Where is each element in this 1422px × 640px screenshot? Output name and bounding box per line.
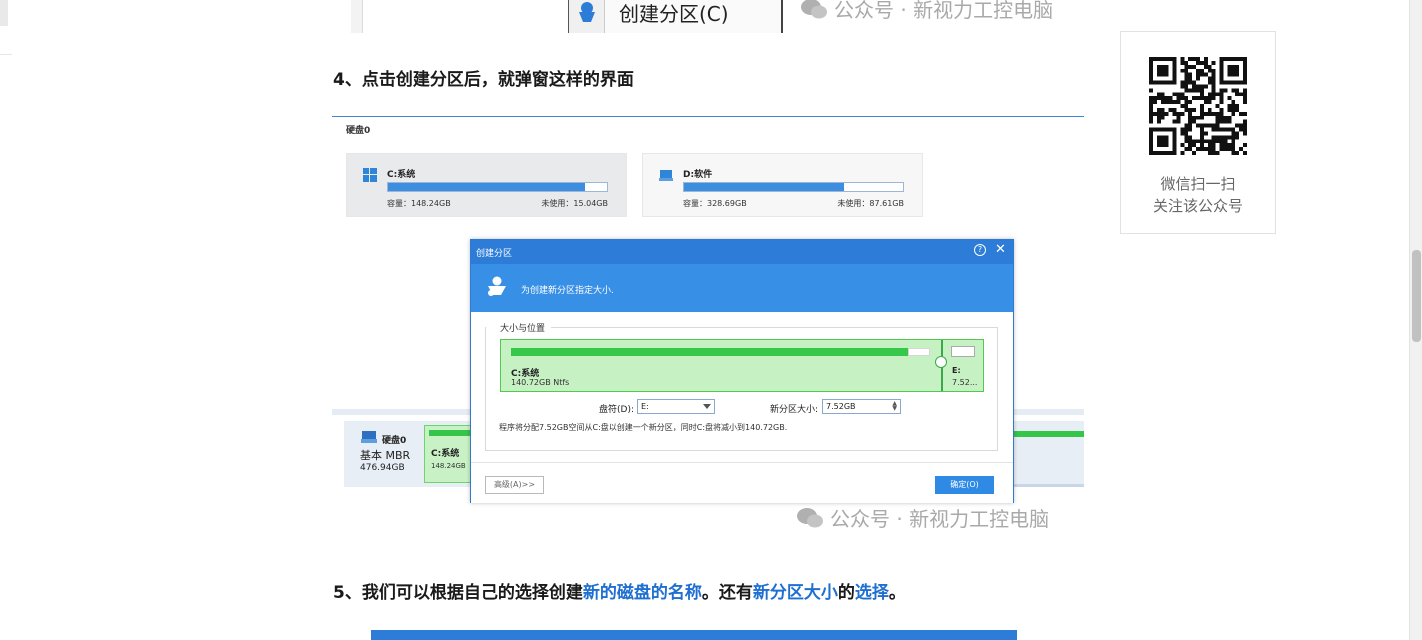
volume-usage-bar <box>683 182 904 192</box>
dialog-header-text: 为创建新分区指定大小. <box>521 286 614 296</box>
left-edge-fragment <box>0 0 8 26</box>
ok-button[interactable]: 确定(O) <box>935 476 994 494</box>
new-partition-bar <box>951 346 975 357</box>
qr-code-card: 微信扫一扫 关注该公众号 <box>1120 31 1276 234</box>
wechat-icon <box>801 0 827 18</box>
heading-highlight: 新分区大小 <box>752 583 838 603</box>
volume-card-d: D:软件 容量：328.69GB 未使用：87.61GB <box>642 153 923 217</box>
resize-handle[interactable] <box>935 356 947 368</box>
wechat-icon <box>797 507 823 527</box>
create-partition-icon <box>569 0 605 33</box>
qr-code-icon <box>1149 57 1247 155</box>
heading-text: 。还有 <box>701 583 753 603</box>
heading-highlight: 新的磁盘的名称 <box>582 583 702 603</box>
hard-disk-icon <box>361 431 377 443</box>
heading-text: 5、我们可以根据自己的选择创建 <box>333 583 583 603</box>
qr-caption-follow: 关注该公众号 <box>1152 197 1243 215</box>
partition-size-slider[interactable]: C:系统 140.72GB Ntfs E: 7.52... <box>500 339 984 392</box>
left-edge-divider <box>0 54 12 55</box>
group-title: 大小与位置 <box>500 324 546 334</box>
partition-name: C:系统 <box>431 449 460 459</box>
disk-title: 硬盘0 <box>346 126 371 136</box>
new-partition-size: 7.52... <box>952 378 978 387</box>
partition-usage-bar-right <box>1014 431 1084 437</box>
heading-text: 的 <box>837 583 855 603</box>
new-size-label: 新分区大小: <box>770 405 819 415</box>
spinner-icon[interactable]: ▲ ▼ <box>892 401 897 412</box>
dialog-footer: 高级(A)>> 确定(O) <box>471 462 1013 503</box>
disk-map-size: 476.94GB <box>360 463 405 473</box>
heading-highlight: 选择 <box>854 583 889 603</box>
dialog-header: 为创建新分区指定大小. <box>471 264 1013 312</box>
watermark-text: 公众号 · 新视力工控电脑 <box>834 0 1054 22</box>
volume-usage-fill <box>684 183 844 191</box>
close-icon[interactable]: ✕ <box>995 243 1006 257</box>
watermark-text: 公众号 · 新视力工控电脑 <box>830 507 1050 531</box>
menu-item-create-partition: 创建分区(C) <box>619 2 729 26</box>
context-menu-fragment: 创建分区(C) <box>568 0 783 33</box>
advanced-button[interactable]: 高级(A)>> <box>485 476 544 494</box>
drive-letter-value: E: <box>641 402 649 411</box>
existing-partition-size: 140.72GB Ntfs <box>511 378 570 387</box>
disk-map-bottom-line <box>1012 484 1084 487</box>
drive-letter-label: 盘符(D): <box>599 405 634 415</box>
heading-text: 。 <box>888 583 906 603</box>
volume-free: 未使用：87.61GB <box>837 199 904 208</box>
create-partition-dialog: 创建分区 ? ✕ 为创建新分区指定大小. 大小与位置 C:系统 140.72GB… <box>470 239 1014 503</box>
watermark-bottom: 公众号 · 新视力工控电脑 <box>796 503 1049 532</box>
qr-caption-scan: 微信扫一扫 <box>1160 175 1236 193</box>
step-4-heading: 4、点击创建分区后，就弹窗这样的界面 <box>333 70 634 90</box>
volume-name: C:系统 <box>387 170 416 180</box>
volume-card-c: C:系统 容量：148.24GB 未使用：15.04GB <box>346 153 627 217</box>
new-partition-name: E: <box>952 366 961 375</box>
allocation-info: 程序将分配7.52GB空间从C:盘以创建一个新分区，同时C:盘将减小到140.7… <box>499 423 788 432</box>
volume-free: 未使用：15.04GB <box>541 199 608 208</box>
drive-icon <box>659 170 673 181</box>
help-icon[interactable]: ? <box>974 244 986 256</box>
step-5-heading: 5、我们可以根据自己的选择创建新的磁盘的名称。还有新分区大小的选择。 <box>333 578 906 603</box>
volume-capacity: 容量：148.24GB <box>387 199 451 208</box>
scrollbar-thumb[interactable] <box>1412 250 1421 342</box>
new-size-input[interactable]: 7.52GB ▲ ▼ <box>822 399 901 414</box>
windows-icon <box>363 168 377 182</box>
existing-partition-fill <box>511 348 908 356</box>
partition-screenshot: 硬盘0 C:系统 容量：148.24GB 未使用：15.04GB D:软件 容量… <box>332 116 1084 532</box>
dialog-title: 创建分区 <box>476 249 513 259</box>
previous-screenshot: 创建分区(C) <box>351 0 783 33</box>
previous-screenshot-sidebar <box>351 0 363 33</box>
volume-usage-bar <box>387 182 608 192</box>
partition-size: 148.24GB <box>431 462 466 470</box>
partition-wizard-icon <box>488 276 506 296</box>
volume-usage-fill <box>388 183 586 191</box>
volume-name: D:软件 <box>683 170 713 180</box>
disk-map-name: 硬盘0 <box>382 436 407 446</box>
page-scrollbar[interactable] <box>1409 0 1422 640</box>
drive-letter-select[interactable]: E: <box>637 399 715 414</box>
existing-partition-free <box>908 348 930 356</box>
dialog-titlebar: 创建分区 ? ✕ <box>471 240 1013 264</box>
volume-capacity: 容量：328.69GB <box>683 199 747 208</box>
disk-map-type: 基本 MBR <box>360 449 411 462</box>
new-size-value: 7.52GB <box>826 402 856 411</box>
chevron-down-icon <box>703 404 711 409</box>
watermark-top: 公众号 · 新视力工控电脑 <box>800 0 1053 23</box>
next-screenshot-top <box>371 630 1017 640</box>
